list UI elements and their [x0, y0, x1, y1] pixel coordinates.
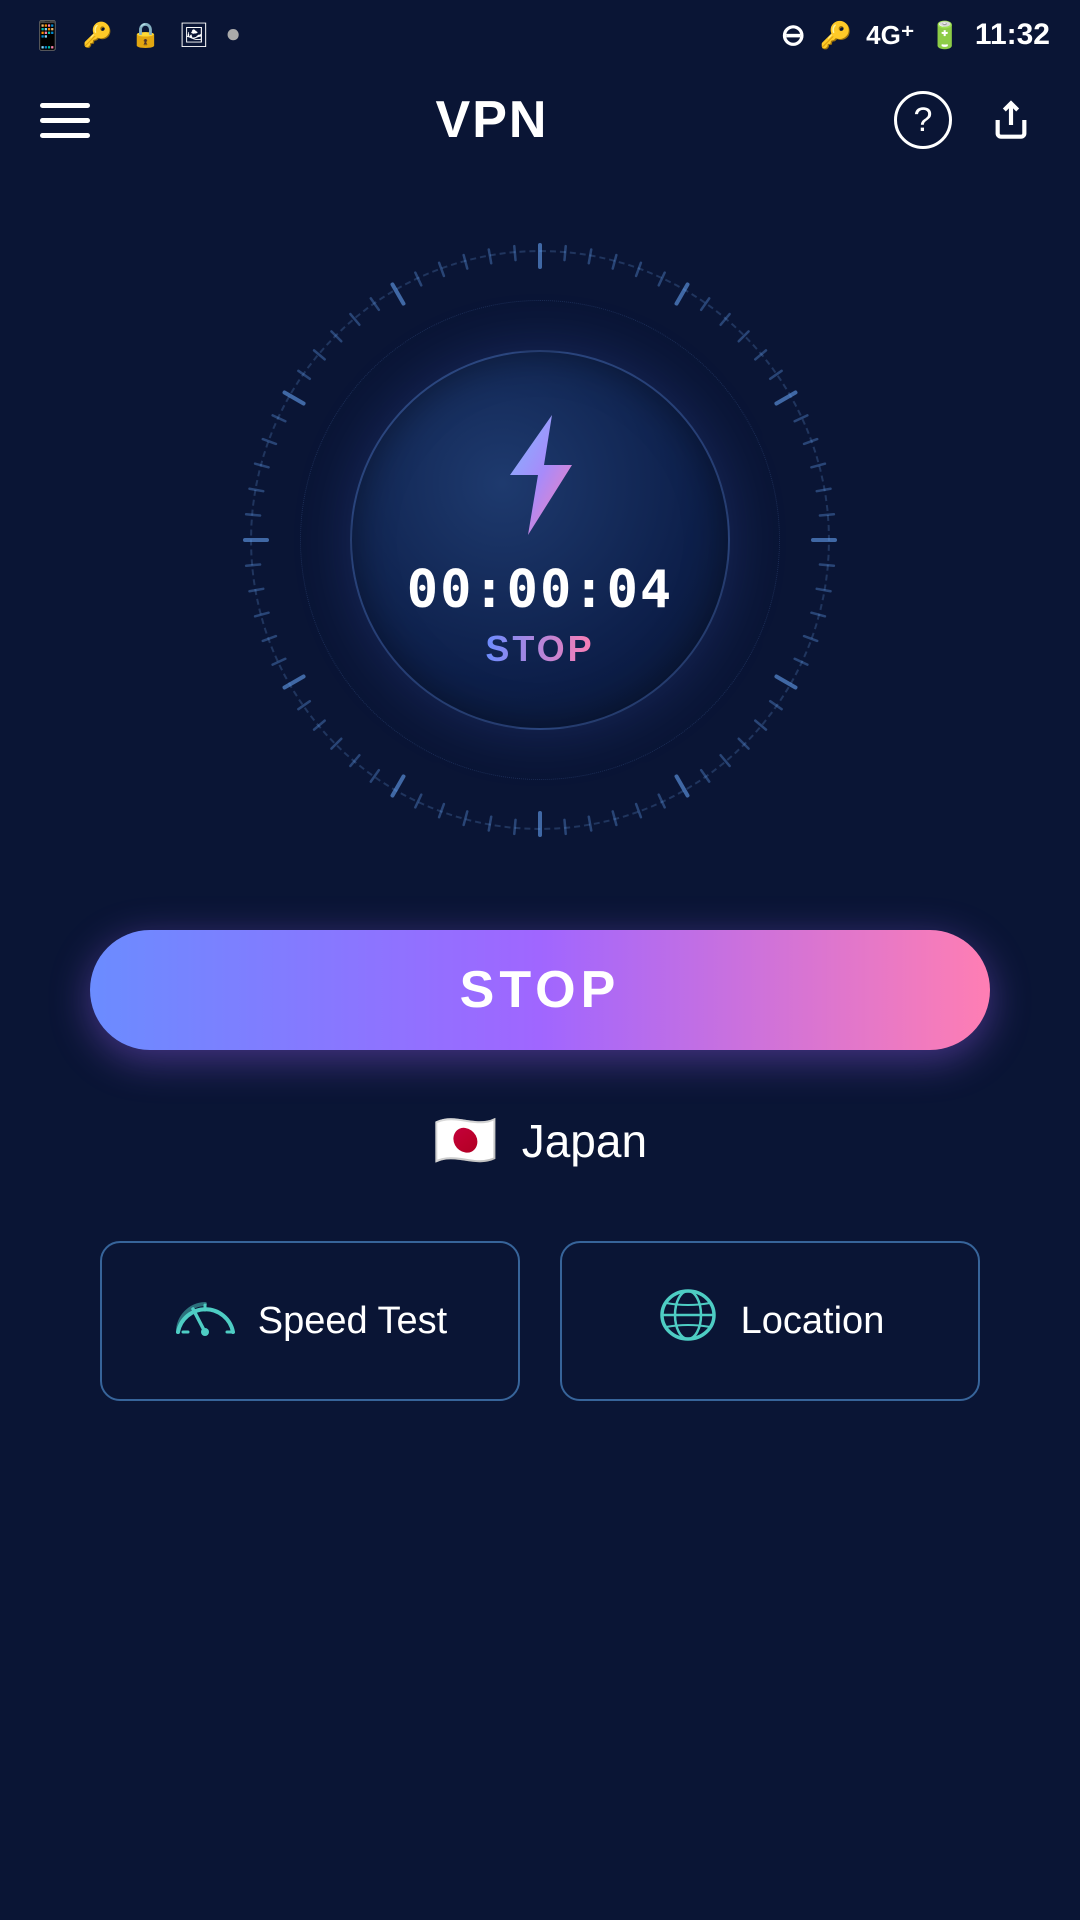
status-right-icons: ⊖ 🔑 4G⁺ 🔋 11:32: [781, 18, 1050, 53]
speedometer-icon: [173, 1287, 238, 1356]
clock: 11:32: [975, 18, 1050, 52]
key-icon: 🔑: [83, 21, 113, 50]
lock-icon: 🔒: [131, 21, 161, 50]
image-icon: 🖼: [179, 21, 209, 50]
connection-timer: 00:00:04: [407, 560, 673, 620]
share-icon: [991, 100, 1031, 140]
country-row: 🇯🇵 Japan: [433, 1110, 647, 1171]
signal-icon: 4G⁺: [866, 20, 914, 51]
menu-button[interactable]: [40, 103, 90, 138]
country-name: Japan: [522, 1114, 647, 1168]
location-label: Location: [741, 1300, 885, 1343]
main-content: 00:00:04 STOP STOP 🇯🇵 Japan Speed: [0, 170, 1080, 1401]
share-button[interactable]: [982, 91, 1040, 149]
battery-icon: 🔋: [929, 20, 961, 51]
vpn-power-button[interactable]: 00:00:04 STOP: [350, 350, 730, 730]
stop-button[interactable]: STOP: [90, 930, 990, 1050]
location-button[interactable]: Location: [560, 1241, 980, 1401]
vpn-circle-container[interactable]: 00:00:04 STOP: [230, 230, 850, 850]
vpn-key-icon: 🔑: [820, 20, 852, 51]
nav-right-buttons: ?: [894, 91, 1040, 149]
status-bar: 📱 🔑 🔒 🖼 ⏺ ⊖ 🔑 4G⁺ 🔋 11:32: [0, 0, 1080, 70]
speed-test-label: Speed Test: [258, 1300, 447, 1343]
lightning-icon: [490, 410, 590, 540]
record-icon: ⏺: [227, 21, 239, 49]
bottom-buttons: Speed Test Location: [100, 1241, 980, 1401]
globe-icon: [656, 1287, 721, 1356]
question-icon: ?: [914, 101, 933, 140]
country-flag: 🇯🇵: [433, 1110, 498, 1171]
stop-label-inner: STOP: [485, 628, 594, 670]
sim-icon: 📱: [30, 19, 65, 52]
minus-icon: ⊖: [781, 18, 806, 53]
speed-test-button[interactable]: Speed Test: [100, 1241, 520, 1401]
status-left-icons: 📱 🔑 🔒 🖼 ⏺: [30, 19, 239, 52]
app-title: VPN: [436, 90, 549, 150]
top-nav: VPN ?: [0, 70, 1080, 170]
help-button[interactable]: ?: [894, 91, 952, 149]
